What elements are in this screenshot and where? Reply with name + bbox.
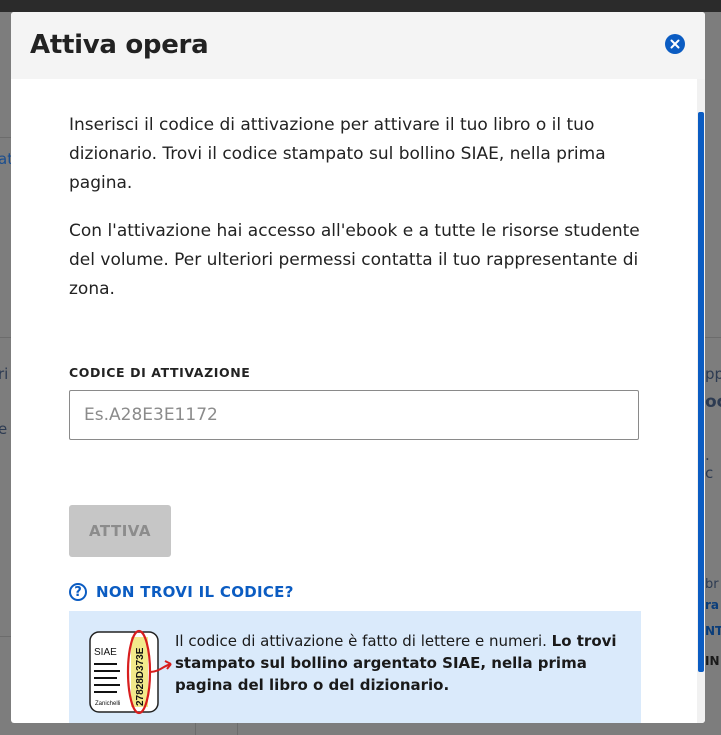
- background-divider: [195, 723, 196, 735]
- help-info-box: SIAE Zanichelli 27828D373E Il codice di …: [69, 611, 641, 723]
- background-topbar: [0, 0, 721, 12]
- question-circle-icon: ?: [69, 583, 87, 601]
- background-divider: [0, 636, 11, 637]
- scrollbar-thumb[interactable]: [698, 112, 704, 672]
- background-divider: [237, 723, 238, 735]
- background-divider: [705, 337, 721, 338]
- background-text: br: [705, 577, 719, 592]
- help-link-label: NON TROVI IL CODICE?: [96, 583, 294, 601]
- siae-stamp-illustration: SIAE Zanichelli 27828D373E: [89, 629, 172, 715]
- activate-work-dialog: Attiva opera Inserisci il codice di atti…: [11, 12, 705, 723]
- background-text: ra: [705, 598, 720, 612]
- stamp-siae-text: SIAE: [94, 647, 117, 658]
- background-text: ri: [0, 365, 9, 383]
- stamp-code-text: 27828D373E: [135, 647, 146, 706]
- close-icon: [670, 39, 680, 49]
- dialog-header: Attiva opera: [11, 12, 705, 79]
- background-text: oc: [705, 392, 721, 412]
- help-link[interactable]: ? NON TROVI IL CODICE?: [69, 583, 294, 601]
- activation-code-label: CODICE DI ATTIVAZIONE: [69, 365, 251, 380]
- background-text: NT: [705, 624, 721, 638]
- activate-button[interactable]: ATTIVA: [69, 505, 171, 557]
- close-button[interactable]: [665, 34, 685, 54]
- background-divider: [0, 137, 11, 138]
- stamp-publisher-text: Zanichelli: [95, 701, 120, 707]
- background-text: e: [0, 420, 8, 438]
- background-text: IN: [705, 654, 720, 668]
- help-info-text: Il codice di attivazione è fatto di lett…: [175, 630, 630, 696]
- activation-code-input[interactable]: [69, 390, 639, 440]
- dialog-title: Attiva opera: [30, 30, 209, 60]
- help-info-plain: Il codice di attivazione è fatto di lett…: [175, 632, 552, 650]
- background-divider: [0, 337, 11, 338]
- intro-paragraph: Inserisci il codice di attivazione per a…: [69, 115, 606, 193]
- background-text: . c: [705, 446, 714, 482]
- intro-paragraph: Con l'attivazione hai accesso all'ebook …: [69, 221, 640, 299]
- background-text: pp: [705, 365, 721, 383]
